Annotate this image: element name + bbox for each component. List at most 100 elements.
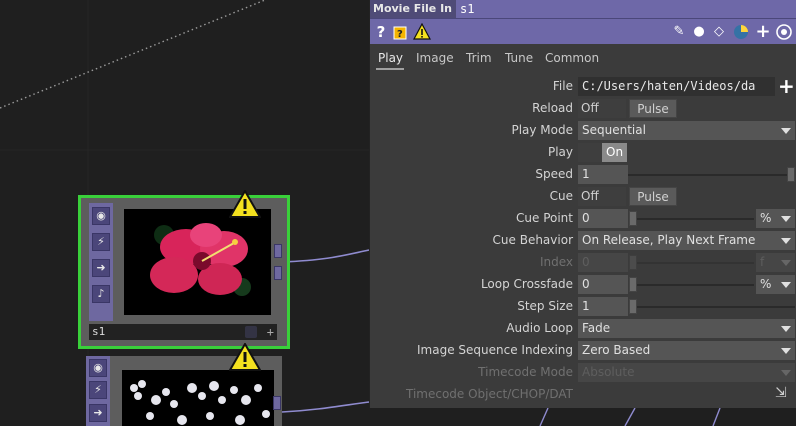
viewer-toggle-icon[interactable]: ◉ — [89, 359, 107, 377]
step-size-slider-track[interactable] — [637, 306, 795, 308]
speed-slider-handle[interactable] — [787, 167, 795, 182]
viewer-toggle-icon[interactable]: ◉ — [92, 207, 110, 225]
viewer-icon[interactable] — [775, 23, 793, 41]
dropdown-value: Sequential — [582, 123, 646, 137]
param-label: Timecode Object/CHOP/DAT — [405, 387, 573, 401]
edit-icon[interactable]: ✎ — [670, 23, 688, 41]
parameter-panel: Movie File In s1 ? ? ✎ ● ◇ + Play Image — [369, 0, 796, 408]
help-icon[interactable]: ? — [372, 23, 390, 41]
image-sequence-indexing-dropdown[interactable]: Zero Based — [578, 341, 795, 360]
operator-name-field[interactable]: s1 — [456, 0, 796, 18]
display-flag-icon[interactable]: ➜ — [89, 404, 107, 422]
param-label: Cue Point — [516, 211, 573, 225]
comment-icon[interactable]: ● — [690, 23, 708, 41]
chevron-down-icon — [781, 370, 791, 376]
index-unit-dropdown: f — [756, 253, 795, 272]
unit-value: % — [760, 277, 772, 291]
node-add-icon[interactable]: + — [267, 324, 274, 340]
param-label: File — [552, 79, 573, 93]
hibiscus-image — [124, 209, 271, 315]
white-flowers-image — [122, 370, 274, 426]
param-timecode-mode: Timecode Mode Absolute — [370, 362, 796, 384]
param-label: Index — [539, 255, 573, 269]
unit-value: f — [760, 255, 765, 269]
tab-common[interactable]: Common — [545, 51, 599, 65]
param-label: Play — [547, 145, 573, 159]
cue-pulse-button[interactable]: Pulse — [629, 187, 677, 206]
speed-field[interactable]: 1 — [578, 165, 628, 184]
dropdown-value: Fade — [582, 321, 611, 335]
resize-handle-icon[interactable]: ⇲ — [775, 385, 787, 401]
param-label: Image Sequence Indexing — [417, 343, 573, 357]
parameter-tabs: Play Image Trim Tune Common — [370, 46, 796, 70]
tab-image[interactable]: Image — [416, 51, 454, 65]
dotted-link — [0, 0, 266, 109]
loop-crossfade-field[interactable]: 0 — [578, 275, 628, 294]
output-port[interactable] — [274, 244, 282, 258]
warning-icon[interactable] — [228, 341, 262, 375]
panel-title-bar: Movie File In s1 — [370, 0, 796, 18]
param-play: Play On — [370, 142, 796, 164]
tab-trim[interactable]: Trim — [466, 51, 492, 65]
loop-crossfade-slider-handle[interactable] — [629, 277, 637, 292]
play-mode-dropdown[interactable]: Sequential — [578, 121, 795, 140]
param-label: Step Size — [517, 299, 573, 313]
chevron-down-icon — [781, 238, 791, 244]
node-name-bar[interactable]: s1 + — [89, 324, 277, 340]
chevron-down-icon — [781, 260, 791, 266]
unit-value: % — [760, 211, 772, 225]
cue-point-field[interactable]: 0 — [578, 209, 628, 228]
reload-pulse-button[interactable]: Pulse — [629, 99, 677, 118]
bypass-icon[interactable]: ⚡ — [89, 381, 107, 399]
param-label: Cue — [549, 189, 573, 203]
node-side-strip: ◉ ⚡ ➜ ♪ — [89, 203, 113, 321]
active-tab-indicator — [376, 68, 404, 70]
speed-slider-track[interactable] — [628, 174, 788, 176]
node-flag-icon[interactable] — [245, 326, 257, 338]
wire-1 — [281, 249, 370, 263]
play-toggle-on[interactable]: On — [602, 143, 627, 162]
param-label: Speed — [535, 167, 573, 181]
cue-behavior-dropdown[interactable]: On Release, Play Next Frame — [578, 231, 795, 250]
param-audio-loop: Audio Loop Fade — [370, 318, 796, 340]
python-icon[interactable] — [732, 23, 750, 41]
node-name: s1 — [92, 325, 106, 338]
svg-text:?: ? — [397, 29, 403, 40]
add-icon[interactable]: + — [754, 23, 772, 41]
node-viewer — [124, 209, 271, 315]
tab-play[interactable]: Play — [378, 51, 403, 65]
param-label: Audio Loop — [506, 321, 573, 335]
step-size-field[interactable]: 1 — [578, 297, 628, 316]
param-cue: Cue Off Pulse — [370, 186, 796, 208]
display-flag-icon[interactable]: ➜ — [92, 259, 110, 277]
dropdown-value: Absolute — [582, 365, 635, 379]
node-viewer — [122, 370, 274, 426]
chevron-down-icon — [781, 326, 791, 332]
cue-point-slider-track[interactable] — [637, 218, 754, 220]
loop-crossfade-slider-track[interactable] — [637, 284, 754, 286]
lock-icon[interactable]: ♪ — [92, 285, 110, 303]
chevron-down-icon — [781, 282, 791, 288]
cue-point-slider-handle[interactable] — [629, 211, 637, 226]
audio-loop-dropdown[interactable]: Fade — [578, 319, 795, 338]
warning-icon[interactable] — [228, 188, 262, 222]
param-loop-crossfade: Loop Crossfade 0 % — [370, 274, 796, 296]
param-step-size: Step Size 1 — [370, 296, 796, 318]
bypass-icon[interactable]: ⚡ — [92, 233, 110, 251]
tab-tune[interactable]: Tune — [505, 51, 533, 65]
play-toggle-off[interactable] — [578, 143, 602, 162]
param-cue-behavior: Cue Behavior On Release, Play Next Frame — [370, 230, 796, 252]
file-browse-icon[interactable]: + — [778, 76, 795, 96]
cue-point-unit-dropdown[interactable]: % — [756, 209, 795, 228]
output-port[interactable] — [273, 396, 281, 410]
python-help-icon[interactable]: ? — [392, 23, 410, 41]
output-port[interactable] — [274, 266, 282, 280]
loop-crossfade-unit-dropdown[interactable]: % — [756, 275, 795, 294]
reload-toggle[interactable]: Off — [578, 99, 626, 118]
tag-icon[interactable]: ◇ — [710, 23, 728, 41]
file-path-field[interactable]: C:/Users/haten/Videos/da — [578, 77, 775, 96]
warning-icon[interactable] — [413, 22, 431, 41]
step-size-slider-handle[interactable] — [629, 299, 637, 314]
dropdown-value: Zero Based — [582, 343, 651, 357]
cue-toggle[interactable]: Off — [578, 187, 626, 206]
